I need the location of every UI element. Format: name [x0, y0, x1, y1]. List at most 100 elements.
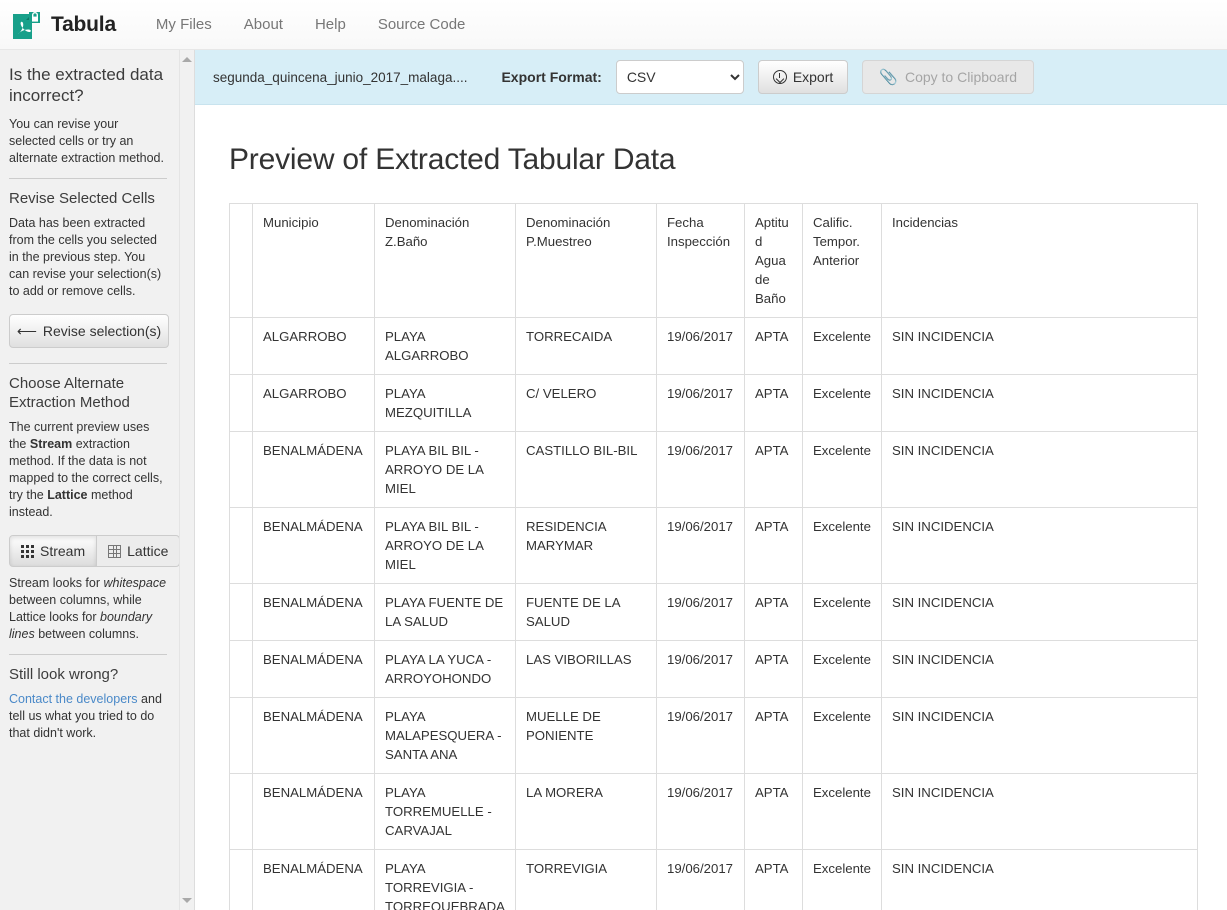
still-wrong-body: Contact the developers and tell us what …: [9, 691, 167, 742]
table-row: BENALMÁDENAPLAYA MALAPESQUERA - SANTA AN…: [230, 698, 1198, 774]
sidebar-content: Is the extracted data incorrect? You can…: [0, 50, 181, 763]
table-cell-incidencias: SIN INCIDENCIA: [882, 584, 1198, 641]
table-cell-denominacion-pmuestreo: TORRECAIDA: [516, 318, 657, 375]
table-header-cell-aptitud-agua-bano: Aptitud Agua de Baño: [745, 204, 803, 318]
table-cell-calific-tempor-anterior: Excelente: [803, 641, 882, 698]
table-cell-fecha-inspeccion: 19/06/2017: [657, 850, 745, 910]
table-cell-calific-tempor-anterior: Excelente: [803, 432, 882, 508]
table-cell-denominacion-zbano: PLAYA BIL BIL - ARROYO DE LA MIEL: [375, 432, 516, 508]
revise-section-heading: Revise Selected Cells: [9, 189, 167, 208]
table-cell-denominacion-zbano: PLAYA FUENTE DE LA SALUD: [375, 584, 516, 641]
table-cell-denominacion-zbano: PLAYA LA YUCA - ARROYOHONDO: [375, 641, 516, 698]
sidebar-scrollbar[interactable]: [179, 50, 194, 910]
table-cell-municipio: BENALMÁDENA: [253, 774, 375, 850]
contact-developers-link[interactable]: Contact the developers: [9, 692, 138, 706]
table-cell-denominacion-pmuestreo: FUENTE DE LA SALUD: [516, 584, 657, 641]
copy-to-clipboard-button[interactable]: 📎 Copy to Clipboard: [862, 60, 1034, 94]
table-cell-calific-tempor-anterior: Excelente: [803, 774, 882, 850]
lattice-method-label: Lattice: [127, 544, 168, 558]
sidebar-intro-text: You can revise your selected cells or tr…: [9, 116, 167, 167]
table-cell-incidencias: SIN INCIDENCIA: [882, 641, 1198, 698]
table-row: BENALMÁDENAPLAYA LA YUCA - ARROYOHONDOLA…: [230, 641, 1198, 698]
table-cell-incidencias: SIN INCIDENCIA: [882, 375, 1198, 432]
lattice-method-button[interactable]: Lattice: [97, 535, 180, 567]
table-cell-blank: [230, 318, 253, 375]
table-cell-denominacion-pmuestreo: C/ VELERO: [516, 375, 657, 432]
preview-table: Municipio Denominación Z.Baño Denominaci…: [229, 203, 1198, 910]
table-cell-blank: [230, 432, 253, 508]
table-row: BENALMÁDENAPLAYA TORREMUELLE - CARVAJALL…: [230, 774, 1198, 850]
table-cell-incidencias: SIN INCIDENCIA: [882, 774, 1198, 850]
extraction-method-toggle-group: Stream Lattice: [9, 535, 180, 567]
table-cell-municipio: ALGARROBO: [253, 318, 375, 375]
grid-dots-icon: [21, 545, 34, 558]
stream-method-button[interactable]: Stream: [9, 535, 97, 567]
table-cell-municipio: BENALMÁDENA: [253, 432, 375, 508]
table-cell-municipio: BENALMÁDENA: [253, 850, 375, 910]
sidebar-divider-3: [9, 654, 167, 655]
table-cell-municipio: ALGARROBO: [253, 375, 375, 432]
brand-logo-link[interactable]: Tabula: [12, 9, 116, 41]
nav-link-source-code[interactable]: Source Code: [362, 0, 482, 49]
table-cell-denominacion-zbano: PLAYA TORREMUELLE - CARVAJAL: [375, 774, 516, 850]
note-part-1: Stream looks for: [9, 576, 103, 590]
paperclip-icon: 📎: [879, 70, 898, 85]
table-cell-incidencias: SIN INCIDENCIA: [882, 508, 1198, 584]
filename-label: segunda_quincena_junio_2017_malaga....: [213, 70, 467, 85]
copy-to-clipboard-label: Copy to Clipboard: [905, 70, 1017, 84]
table-cell-denominacion-zbano: PLAYA BIL BIL - ARROYO DE LA MIEL: [375, 508, 516, 584]
table-cell-incidencias: SIN INCIDENCIA: [882, 432, 1198, 508]
tabula-pdf-lock-icon: [12, 9, 42, 41]
table-header-cell-fecha-inspeccion: Fecha Inspección: [657, 204, 745, 318]
table-cell-blank: [230, 375, 253, 432]
table-cell-fecha-inspeccion: 19/06/2017: [657, 584, 745, 641]
revise-selections-button[interactable]: ⟵ Revise selection(s): [9, 314, 169, 348]
table-cell-aptitud-agua-bano: APTA: [745, 432, 803, 508]
download-icon: [773, 70, 787, 84]
preview-table-wrapper: Municipio Denominación Z.Baño Denominaci…: [229, 203, 1197, 910]
table-cell-denominacion-pmuestreo: LA MORERA: [516, 774, 657, 850]
table-cell-fecha-inspeccion: 19/06/2017: [657, 698, 745, 774]
table-cell-blank: [230, 698, 253, 774]
preview-table-body: ALGARROBOPLAYA ALGARROBOTORRECAIDA19/06/…: [230, 318, 1198, 910]
table-cell-incidencias: SIN INCIDENCIA: [882, 318, 1198, 375]
preview-content: Preview of Extracted Tabular Data Munici…: [195, 105, 1227, 910]
table-cell-blank: [230, 584, 253, 641]
table-cell-blank: [230, 641, 253, 698]
sidebar: Is the extracted data incorrect? You can…: [0, 50, 195, 910]
table-cell-aptitud-agua-bano: APTA: [745, 508, 803, 584]
table-row: BENALMÁDENAPLAYA BIL BIL - ARROYO DE LA …: [230, 432, 1198, 508]
main-panel: segunda_quincena_junio_2017_malaga.... E…: [195, 50, 1227, 910]
nav-link-my-files[interactable]: My Files: [140, 0, 228, 49]
table-cell-fecha-inspeccion: 19/06/2017: [657, 641, 745, 698]
table-cell-municipio: BENALMÁDENA: [253, 508, 375, 584]
table-cell-aptitud-agua-bano: APTA: [745, 318, 803, 375]
nav-link-about[interactable]: About: [228, 0, 299, 49]
revise-section-body: Data has been extracted from the cells y…: [9, 215, 167, 300]
table-cell-denominacion-pmuestreo: TORREVIGIA: [516, 850, 657, 910]
table-header-cell-calific-tempor-anterior: Calific. Tempor. Anterior: [803, 204, 882, 318]
export-format-select[interactable]: CSV TSV JSON zip of CSVs: [616, 60, 744, 94]
sidebar-heading: Is the extracted data incorrect?: [9, 64, 167, 106]
table-row: BENALMÁDENAPLAYA FUENTE DE LA SALUDFUENT…: [230, 584, 1198, 641]
table-cell-blank: [230, 774, 253, 850]
note-part-3: between columns.: [35, 627, 139, 641]
top-navbar: Tabula My Files About Help Source Code: [0, 0, 1227, 50]
table-cell-aptitud-agua-bano: APTA: [745, 774, 803, 850]
table-cell-fecha-inspeccion: 19/06/2017: [657, 774, 745, 850]
table-cell-fecha-inspeccion: 19/06/2017: [657, 318, 745, 375]
export-button[interactable]: Export: [758, 60, 848, 94]
page-body: Is the extracted data incorrect? You can…: [0, 50, 1227, 910]
table-header-cell-blank: [230, 204, 253, 318]
table-cell-calific-tempor-anterior: Excelente: [803, 508, 882, 584]
table-cell-blank: [230, 850, 253, 910]
table-cell-aptitud-agua-bano: APTA: [745, 641, 803, 698]
table-cell-municipio: BENALMÁDENA: [253, 698, 375, 774]
scrollbar-up-arrow[interactable]: [180, 52, 194, 67]
table-cell-denominacion-zbano: PLAYA TORREVIGIA - TORREQUEBRADA: [375, 850, 516, 910]
table-cell-calific-tempor-anterior: Excelente: [803, 375, 882, 432]
export-toolbar: segunda_quincena_junio_2017_malaga.... E…: [195, 50, 1227, 105]
nav-link-help[interactable]: Help: [299, 0, 362, 49]
scrollbar-down-arrow[interactable]: [180, 893, 194, 908]
stream-method-label: Stream: [40, 544, 85, 558]
